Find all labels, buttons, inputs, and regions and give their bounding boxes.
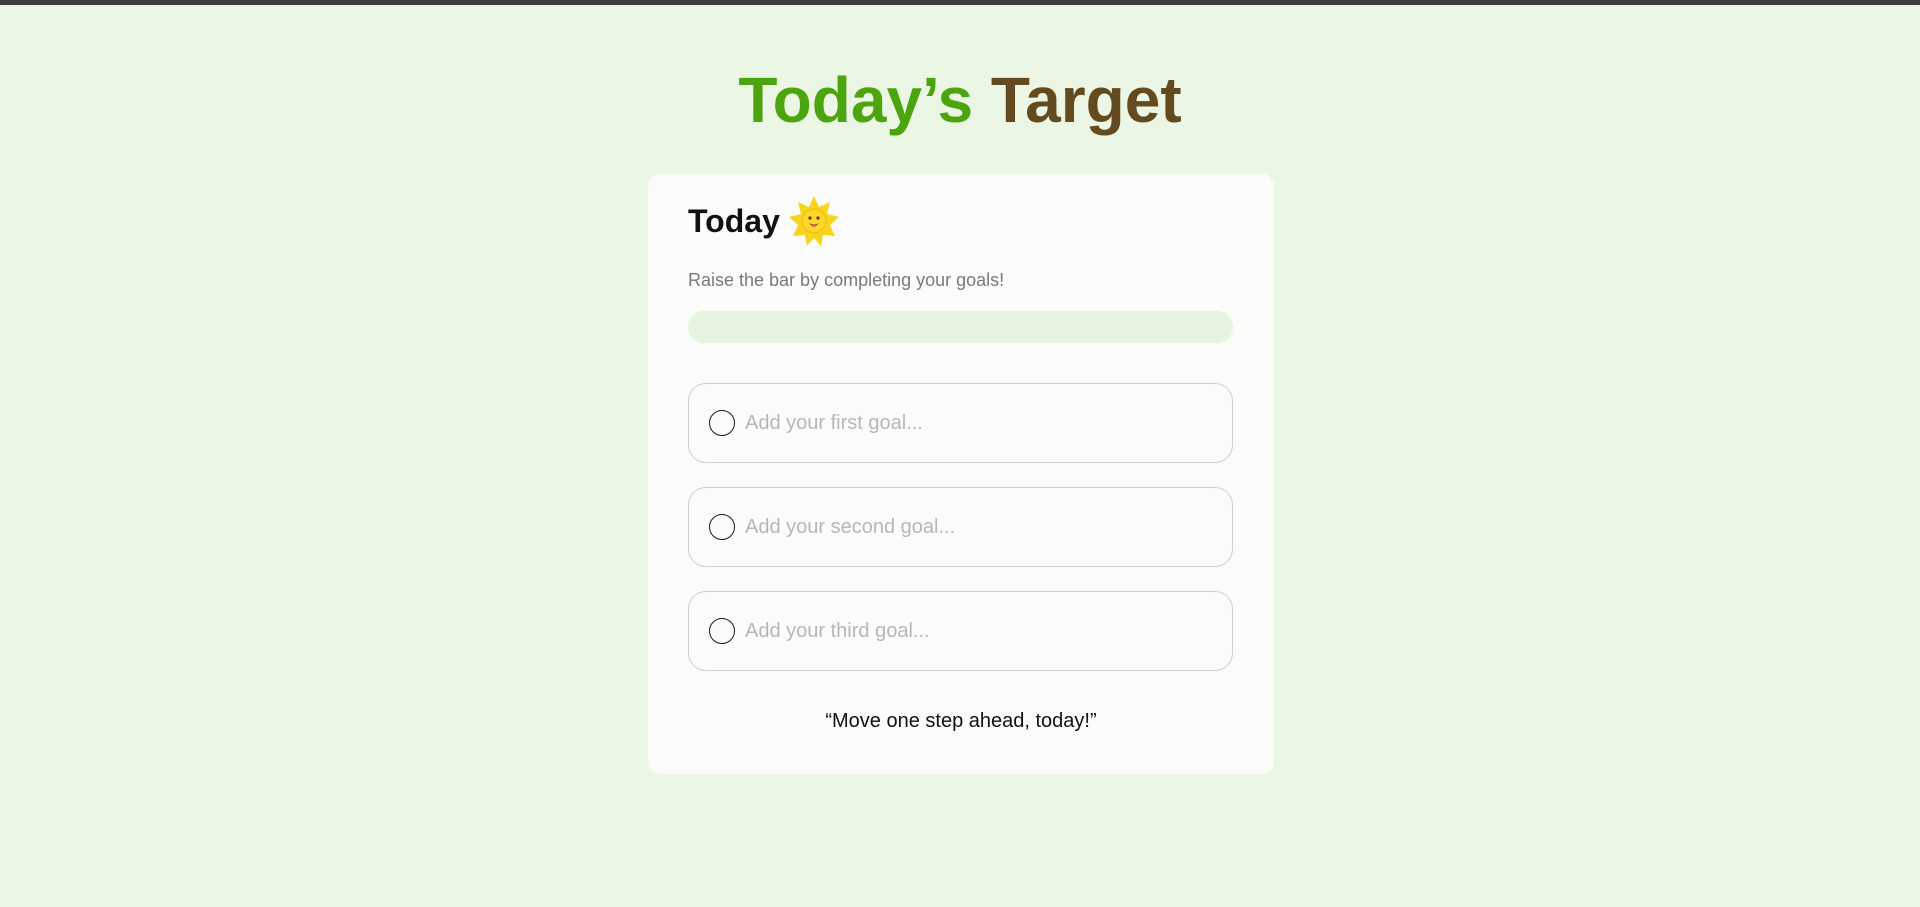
goal-3-input[interactable] xyxy=(745,611,1205,651)
goal-3-checkbox[interactable] xyxy=(709,618,735,644)
goal-2-checkbox[interactable] xyxy=(709,514,735,540)
page-title-part-2: Target xyxy=(990,64,1182,136)
goal-item-2[interactable] xyxy=(688,487,1233,567)
card-subtitle: Raise the bar by completing your goals! xyxy=(688,270,1005,290)
goal-item-3[interactable] xyxy=(688,591,1233,671)
card-title: Today xyxy=(688,202,780,239)
sun-icon xyxy=(788,195,840,247)
window-top-border xyxy=(0,0,1920,5)
goal-2-input[interactable] xyxy=(745,507,1205,547)
card-header: Today xyxy=(688,194,840,248)
goal-1-checkbox[interactable] xyxy=(709,410,735,436)
progress-bar xyxy=(688,311,1233,343)
goals-card: Today Raise the bar by completing your g… xyxy=(648,174,1274,774)
page-title-part-1: Today’s xyxy=(738,64,974,136)
goal-1-input[interactable] xyxy=(745,403,1205,443)
goal-item-1[interactable] xyxy=(688,383,1233,463)
motivational-quote: “Move one step ahead, today!” xyxy=(825,710,1097,732)
page-title: Today’s Target xyxy=(0,64,1920,136)
